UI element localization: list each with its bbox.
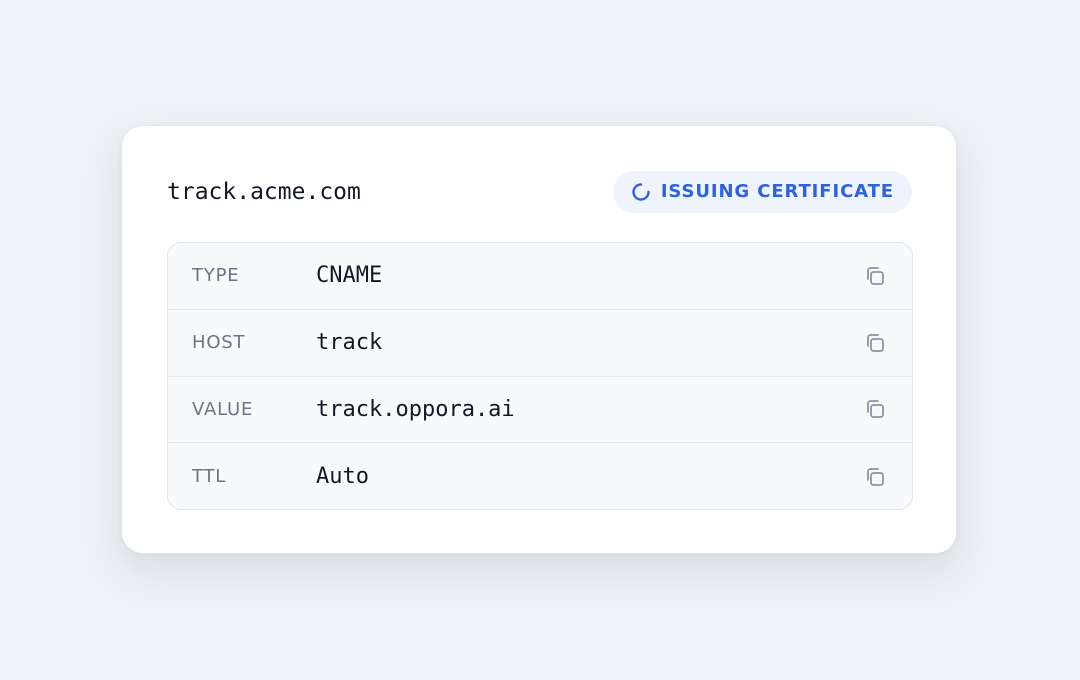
copy-icon — [867, 266, 884, 285]
domain-card: track.acme.com ISSUING CERTIFICATE TYPE … — [121, 125, 957, 554]
copy-ttl-button[interactable] — [860, 462, 890, 492]
record-key: VALUE — [192, 398, 254, 420]
record-key: TYPE — [192, 265, 240, 287]
status-badge: ISSUING CERTIFICATE — [612, 171, 912, 213]
copy-value-button[interactable] — [860, 394, 890, 424]
record-row-type: TYPE CNAME — [168, 243, 912, 310]
record-key: HOST — [192, 332, 246, 354]
record-value[interactable]: track.oppora.ai — [316, 397, 515, 422]
dns-records-table: TYPE CNAME HOST track VALUE track.oppora — [167, 242, 913, 510]
record-row-host: HOST track — [168, 310, 912, 377]
copy-host-button[interactable] — [860, 328, 890, 358]
domain-name: track.acme.com — [167, 179, 361, 205]
record-value[interactable]: Auto — [316, 464, 369, 489]
record-row-value: VALUE track.oppora.ai — [168, 377, 912, 444]
record-key: TTL — [192, 466, 227, 488]
copy-type-button[interactable] — [860, 261, 890, 291]
record-value[interactable]: CNAME — [316, 263, 382, 288]
record-row-ttl: TTL Auto — [168, 443, 912, 509]
copy-icon — [867, 333, 884, 352]
spinner-icon — [632, 183, 650, 201]
copy-icon — [867, 400, 884, 419]
record-value[interactable]: track — [316, 330, 382, 355]
status-label: ISSUING CERTIFICATE — [660, 181, 894, 202]
copy-icon — [867, 467, 884, 486]
